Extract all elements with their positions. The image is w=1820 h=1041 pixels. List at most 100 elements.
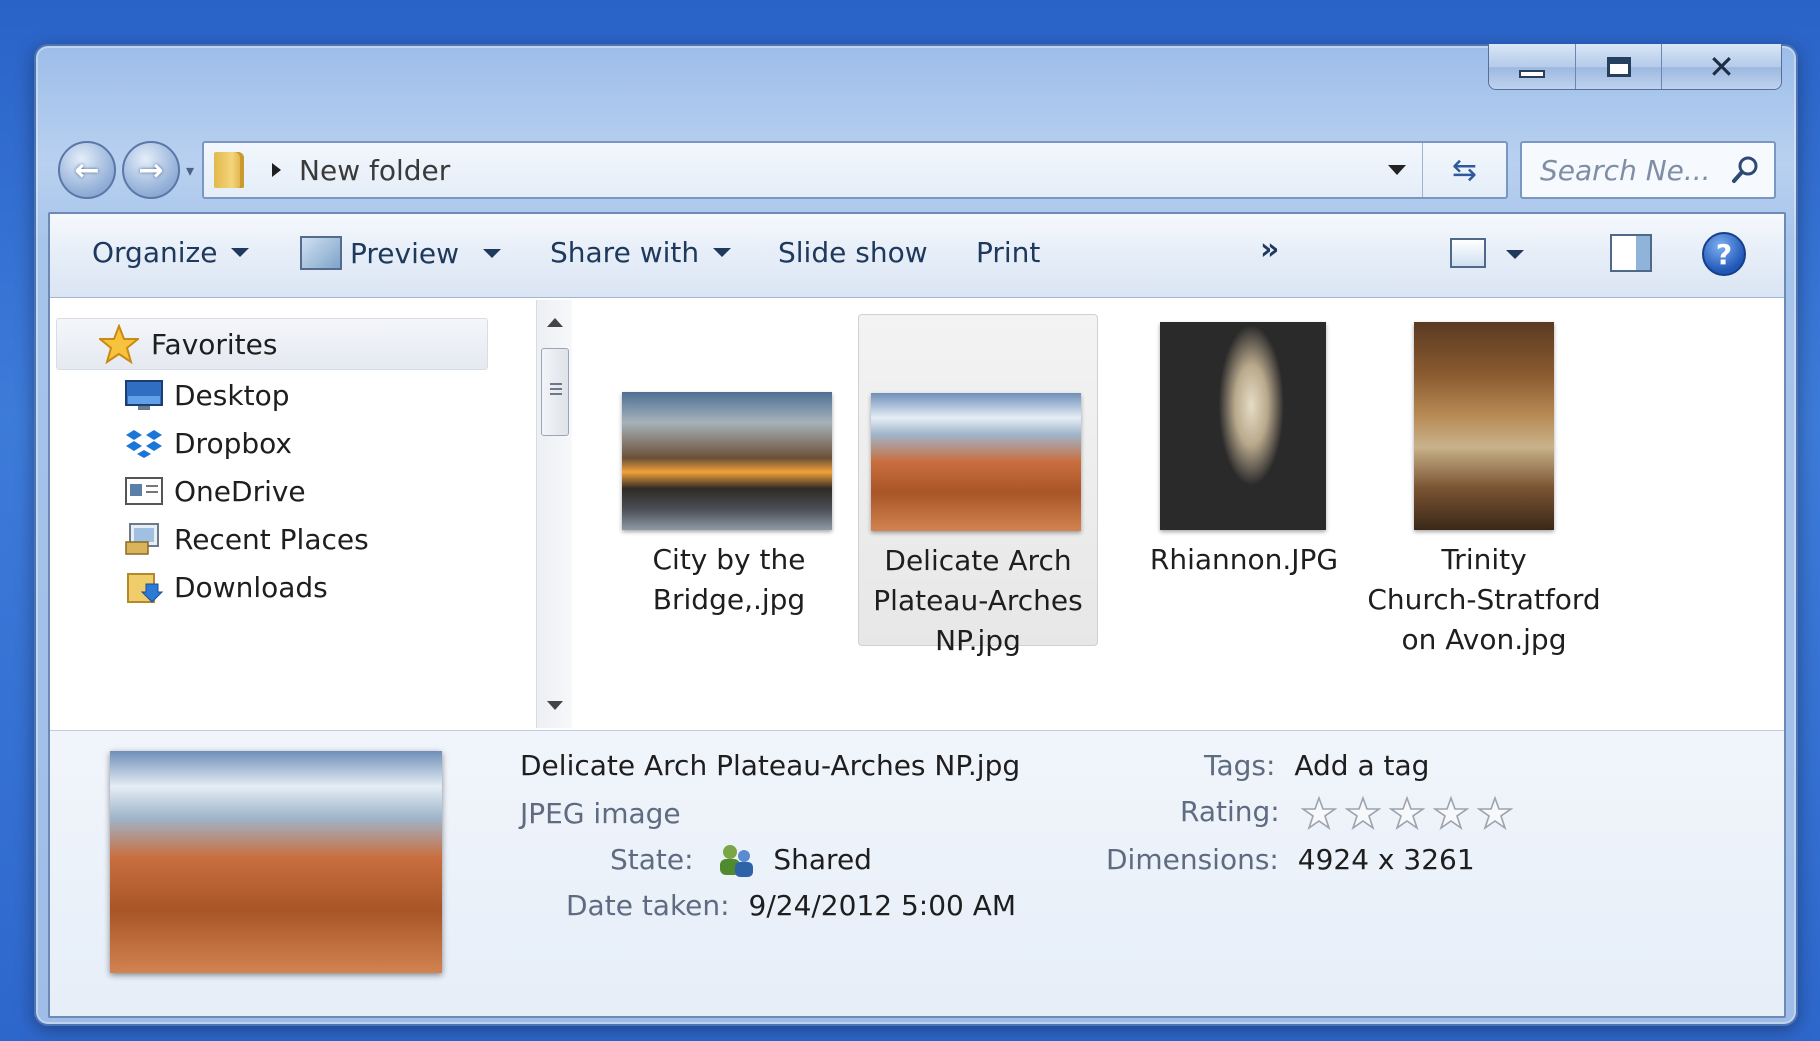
view-options-dropdown[interactable] — [1506, 250, 1524, 259]
shared-users-icon — [720, 845, 754, 877]
sidebar-item-dropbox[interactable]: Dropbox — [124, 426, 292, 460]
sidebar-item-recent-places[interactable]: Recent Places — [124, 522, 369, 556]
file-item-rhiannon[interactable]: Rhiannon.JPG — [1124, 300, 1364, 640]
address-bar[interactable]: New folder ⇆ — [202, 141, 1508, 199]
details-dimensions-row: Dimensions: 4924 x 3261 — [1106, 843, 1475, 876]
organize-button[interactable]: Organize — [92, 236, 250, 269]
organize-label: Organize — [92, 236, 218, 269]
rating-star-icon[interactable] — [1432, 796, 1469, 830]
navigation-pane: Favorites Desktop Dropbox OneDrive Recen… — [50, 300, 530, 728]
help-icon[interactable]: ? — [1702, 232, 1746, 276]
file-name-line: Plateau-Arches — [873, 584, 1083, 617]
folder-icon — [214, 152, 245, 188]
maximize-icon — [1606, 57, 1631, 77]
file-item-trinity-church[interactable]: Trinity Church-Stratford on Avon.jpg — [1364, 300, 1604, 656]
state-label: State: — [610, 843, 694, 876]
close-button[interactable]: ✕ — [1661, 44, 1781, 89]
search-input[interactable] — [1540, 153, 1720, 187]
details-pane: Delicate Arch Plateau-Arches NP.jpg JPEG… — [50, 730, 1784, 1016]
chevron-down-icon[interactable] — [483, 248, 501, 258]
content-frame: Organize Preview Share with Slide show P… — [48, 212, 1786, 1018]
file-thumbnail — [1160, 322, 1326, 530]
rating-star-icon[interactable] — [1388, 796, 1425, 830]
details-date-row: Date taken: 9/24/2012 5:00 AM — [566, 889, 1016, 922]
tags-label: Tags: — [1204, 749, 1276, 782]
recent-pages-dropdown[interactable]: ▾ — [186, 161, 194, 180]
rating-star-icon[interactable] — [1344, 796, 1381, 830]
date-taken-label: Date taken: — [566, 889, 730, 922]
refresh-button[interactable]: ⇆ — [1422, 143, 1506, 197]
print-button[interactable]: Print — [976, 236, 1040, 269]
breadcrumb-folder[interactable]: New folder — [299, 154, 450, 187]
scroll-up-icon[interactable] — [547, 318, 563, 327]
file-list: City by the Bridge,.jpg Delicate Arch Pl… — [574, 300, 1784, 728]
maximize-button[interactable] — [1575, 44, 1661, 89]
print-label: Print — [976, 236, 1041, 269]
favorites-label: Favorites — [151, 327, 278, 361]
back-button[interactable]: ← — [58, 141, 116, 199]
sidebar-item-label: Desktop — [174, 378, 290, 412]
sidebar-item-label: OneDrive — [174, 474, 306, 508]
nav-pane-scrollbar[interactable] — [536, 300, 572, 728]
scroll-down-icon[interactable] — [547, 701, 563, 710]
file-name-line: NP.jpg — [935, 624, 1021, 657]
add-tag-field[interactable]: Add a tag — [1294, 749, 1429, 782]
file-thumbnail — [1414, 322, 1554, 530]
scrollbar-thumb[interactable] — [541, 348, 569, 436]
search-icon[interactable] — [1730, 155, 1760, 185]
date-taken-value[interactable]: 9/24/2012 5:00 AM — [749, 889, 1017, 922]
preview-pane-icon[interactable] — [1610, 234, 1652, 272]
desktop-icon — [125, 380, 163, 410]
command-bar: Organize Preview Share with Slide show P… — [50, 214, 1784, 298]
minimize-button[interactable] — [1489, 44, 1575, 89]
change-view-icon[interactable] — [1450, 238, 1486, 268]
file-name-line: Trinity — [1441, 543, 1527, 576]
file-name-line: City by the — [652, 543, 806, 576]
onedrive-icon — [125, 477, 163, 505]
rating-star-icon[interactable] — [1300, 796, 1337, 830]
preview-label: Preview — [350, 236, 459, 270]
close-icon: ✕ — [1708, 48, 1735, 86]
more-commands-button[interactable]: » — [1260, 232, 1279, 267]
sidebar-item-label: Downloads — [174, 570, 328, 604]
share-with-button[interactable]: Share with — [550, 236, 732, 269]
recent-places-icon — [125, 523, 159, 555]
file-thumbnail — [871, 393, 1081, 531]
refresh-icon: ⇆ — [1451, 152, 1478, 188]
file-name-line: Church-Stratford — [1367, 583, 1601, 616]
details-tags-row: Tags: Add a tag — [1204, 749, 1429, 782]
downloads-icon — [127, 573, 164, 603]
file-thumbnail — [622, 392, 832, 530]
sidebar-item-onedrive[interactable]: OneDrive — [124, 474, 306, 508]
back-arrow-icon: ← — [74, 152, 100, 188]
breadcrumb-chevron-icon[interactable] — [272, 163, 282, 177]
file-name-line: Rhiannon.JPG — [1149, 543, 1339, 576]
details-filename: Delicate Arch Plateau-Arches NP.jpg — [520, 749, 1021, 782]
rating-stars[interactable] — [1300, 796, 1513, 830]
rating-star-icon[interactable] — [1476, 796, 1513, 830]
star-icon — [99, 324, 139, 364]
dimensions-label: Dimensions: — [1106, 843, 1279, 876]
details-thumbnail — [110, 751, 442, 973]
sidebar-item-favorites[interactable]: Favorites — [56, 318, 488, 370]
sidebar-item-label: Recent Places — [174, 522, 369, 556]
file-item-delicate-arch[interactable]: Delicate Arch Plateau-Arches NP.jpg — [858, 314, 1098, 657]
sidebar-item-desktop[interactable]: Desktop — [124, 378, 289, 412]
slide-show-button[interactable]: Slide show — [778, 236, 928, 269]
chevron-down-icon — [231, 248, 250, 257]
address-history-dropdown[interactable] — [1388, 165, 1406, 175]
file-name-line: on Avon.jpg — [1401, 623, 1567, 656]
share-with-label: Share with — [550, 236, 700, 269]
minimize-icon — [1519, 70, 1545, 78]
file-item-city-bridge[interactable]: City by the Bridge,.jpg — [614, 300, 844, 640]
search-box[interactable] — [1520, 141, 1776, 199]
details-filetype: JPEG image — [520, 797, 681, 830]
navigation-bar: ← → ▾ New folder ⇆ — [58, 138, 1776, 202]
preview-button[interactable]: Preview — [300, 236, 501, 270]
forward-button[interactable]: → — [122, 141, 180, 199]
preview-icon — [300, 236, 342, 270]
caption-buttons: ✕ — [1488, 44, 1782, 90]
file-name-line: Delicate Arch — [884, 544, 1072, 577]
explorer-window: ✕ ← → ▾ New folder ⇆ Organize — [34, 44, 1798, 1026]
sidebar-item-downloads[interactable]: Downloads — [124, 570, 328, 604]
